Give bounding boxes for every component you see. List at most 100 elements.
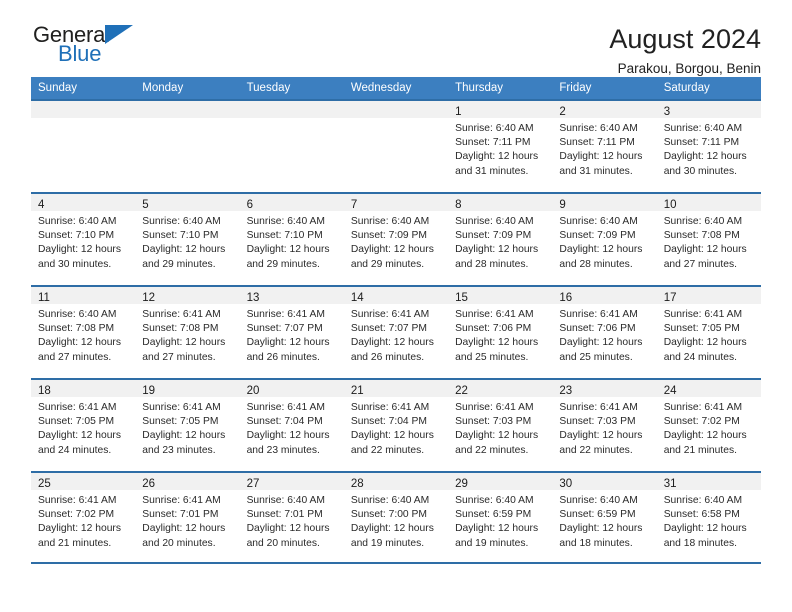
sunset-line: Sunset: 7:06 PM bbox=[559, 323, 636, 335]
day-cell[interactable]: 8 Sunrise: 6:40 AM Sunset: 7:09 PM Dayli… bbox=[448, 194, 553, 285]
day-cell[interactable] bbox=[239, 101, 344, 192]
day-details: Sunrise: 6:41 AM Sunset: 7:05 PM Dayligh… bbox=[135, 397, 239, 458]
day-details: Sunrise: 6:40 AM Sunset: 6:59 PM Dayligh… bbox=[552, 490, 656, 551]
sunrise-line: Sunrise: 6:41 AM bbox=[38, 402, 117, 413]
day-cell[interactable]: 28 Sunrise: 6:40 AM Sunset: 7:00 PM Dayl… bbox=[343, 473, 449, 562]
weekday-header-wednesday: Wednesday bbox=[350, 82, 412, 94]
day-cell[interactable] bbox=[343, 101, 449, 192]
sunrise-line: Sunrise: 6:40 AM bbox=[663, 495, 743, 506]
day-number: 5 bbox=[142, 199, 149, 211]
day-cell[interactable]: 10 Sunrise: 6:40 AM Sunset: 7:08 PM Dayl… bbox=[656, 194, 761, 285]
day-number: 31 bbox=[663, 478, 677, 490]
day-number-band: 25 bbox=[31, 473, 136, 490]
sunrise-line: Sunrise: 6:41 AM bbox=[246, 402, 325, 413]
daylight-line-2: and 21 minutes. bbox=[38, 537, 112, 549]
sunset-line: Sunset: 7:09 PM bbox=[350, 230, 427, 242]
triangle-icon bbox=[105, 25, 133, 44]
day-cell[interactable]: 23 Sunrise: 6:41 AM Sunset: 7:03 PM Dayl… bbox=[552, 380, 657, 471]
day-number: 6 bbox=[246, 199, 253, 211]
day-details: Sunrise: 6:40 AM Sunset: 7:09 PM Dayligh… bbox=[344, 211, 448, 272]
sunrise-line: Sunrise: 6:40 AM bbox=[246, 216, 325, 227]
day-number: 30 bbox=[559, 478, 573, 490]
location-subtitle: Parakou, Borgou, Benin bbox=[617, 61, 761, 76]
day-cell[interactable]: 24 Sunrise: 6:41 AM Sunset: 7:02 PM Dayl… bbox=[656, 380, 761, 471]
sunrise-line: Sunrise: 6:41 AM bbox=[142, 309, 221, 320]
day-number: 9 bbox=[559, 199, 566, 211]
day-details: Sunrise: 6:41 AM Sunset: 7:08 PM Dayligh… bbox=[135, 304, 239, 365]
day-cell[interactable] bbox=[135, 101, 240, 192]
daylight-line-2: and 29 minutes. bbox=[246, 258, 320, 270]
day-cell[interactable]: 18 Sunrise: 6:41 AM Sunset: 7:05 PM Dayl… bbox=[31, 380, 136, 471]
day-cell[interactable]: 2 Sunrise: 6:40 AM Sunset: 7:11 PM Dayli… bbox=[552, 101, 657, 192]
sunset-line: Sunset: 7:04 PM bbox=[246, 416, 323, 428]
day-cell[interactable]: 13 Sunrise: 6:41 AM Sunset: 7:07 PM Dayl… bbox=[239, 287, 344, 378]
daylight-line-1: Daylight: 12 hours bbox=[142, 244, 226, 256]
general-blue-logo[interactable]: General Blue bbox=[33, 22, 141, 70]
day-cell[interactable]: 6 Sunrise: 6:40 AM Sunset: 7:10 PM Dayli… bbox=[239, 194, 344, 285]
day-cell[interactable]: 3 Sunrise: 6:40 AM Sunset: 7:11 PM Dayli… bbox=[656, 101, 761, 192]
day-cell[interactable]: 14 Sunrise: 6:41 AM Sunset: 7:07 PM Dayl… bbox=[343, 287, 449, 378]
day-number-band: 29 bbox=[448, 473, 553, 490]
day-cell[interactable] bbox=[31, 101, 136, 192]
day-number-band: 28 bbox=[343, 473, 449, 490]
day-cell[interactable]: 22 Sunrise: 6:41 AM Sunset: 7:03 PM Dayl… bbox=[448, 380, 553, 471]
daylight-line-2: and 31 minutes. bbox=[559, 165, 633, 177]
day-cell[interactable]: 25 Sunrise: 6:41 AM Sunset: 7:02 PM Dayl… bbox=[31, 473, 136, 562]
calendar-grid: Sunday Monday Tuesday Wednesday Thursday… bbox=[31, 77, 761, 564]
day-cell[interactable]: 19 Sunrise: 6:41 AM Sunset: 7:05 PM Dayl… bbox=[135, 380, 240, 471]
day-cell[interactable]: 31 Sunrise: 6:40 AM Sunset: 6:58 PM Dayl… bbox=[656, 473, 761, 562]
day-cell[interactable]: 12 Sunrise: 6:41 AM Sunset: 7:08 PM Dayl… bbox=[135, 287, 240, 378]
day-number-band: 9 bbox=[552, 194, 657, 211]
day-details: Sunrise: 6:40 AM Sunset: 7:08 PM Dayligh… bbox=[657, 211, 761, 272]
day-cell[interactable]: 30 Sunrise: 6:40 AM Sunset: 6:59 PM Dayl… bbox=[552, 473, 657, 562]
day-number-band: 13 bbox=[239, 287, 344, 304]
daylight-line-2: and 29 minutes. bbox=[350, 258, 425, 270]
daylight-line-1: Daylight: 12 hours bbox=[455, 151, 539, 163]
day-cell[interactable]: 21 Sunrise: 6:41 AM Sunset: 7:04 PM Dayl… bbox=[343, 380, 449, 471]
sunrise-line: Sunrise: 6:40 AM bbox=[350, 216, 430, 227]
day-number-band: 15 bbox=[448, 287, 553, 304]
day-details: Sunrise: 6:40 AM Sunset: 6:59 PM Dayligh… bbox=[448, 490, 552, 551]
daylight-line-2: and 25 minutes. bbox=[455, 351, 529, 363]
sunrise-line: Sunrise: 6:40 AM bbox=[559, 123, 638, 134]
daylight-line-2: and 22 minutes. bbox=[350, 444, 425, 456]
day-details: Sunrise: 6:40 AM Sunset: 7:10 PM Dayligh… bbox=[135, 211, 239, 272]
day-cell[interactable]: 27 Sunrise: 6:40 AM Sunset: 7:01 PM Dayl… bbox=[239, 473, 344, 562]
sunset-line: Sunset: 7:02 PM bbox=[38, 509, 115, 521]
day-number-band: 31 bbox=[656, 473, 761, 490]
day-cell[interactable]: 7 Sunrise: 6:40 AM Sunset: 7:09 PM Dayli… bbox=[343, 194, 449, 285]
day-number-band: 24 bbox=[656, 380, 761, 397]
day-cell[interactable]: 11 Sunrise: 6:40 AM Sunset: 7:08 PM Dayl… bbox=[31, 287, 136, 378]
day-cell[interactable]: 9 Sunrise: 6:40 AM Sunset: 7:09 PM Dayli… bbox=[552, 194, 657, 285]
day-number: 25 bbox=[38, 478, 51, 490]
day-number-band: 11 bbox=[31, 287, 136, 304]
daylight-line-1: Daylight: 12 hours bbox=[350, 337, 434, 349]
day-details: Sunrise: 6:41 AM Sunset: 7:06 PM Dayligh… bbox=[552, 304, 656, 365]
day-cell[interactable]: 5 Sunrise: 6:40 AM Sunset: 7:10 PM Dayli… bbox=[135, 194, 240, 285]
daylight-line-2: and 22 minutes. bbox=[455, 444, 529, 456]
day-number: 22 bbox=[455, 385, 468, 397]
daylight-line-1: Daylight: 12 hours bbox=[142, 523, 226, 535]
logo-text-blue: Blue bbox=[58, 41, 102, 66]
daylight-line-2: and 26 minutes. bbox=[350, 351, 425, 363]
sunrise-line: Sunrise: 6:40 AM bbox=[38, 216, 117, 227]
day-cell[interactable]: 26 Sunrise: 6:41 AM Sunset: 7:01 PM Dayl… bbox=[135, 473, 240, 562]
day-cell[interactable]: 15 Sunrise: 6:41 AM Sunset: 7:06 PM Dayl… bbox=[448, 287, 553, 378]
sunset-line: Sunset: 7:09 PM bbox=[559, 230, 636, 242]
day-cell[interactable]: 4 Sunrise: 6:40 AM Sunset: 7:10 PM Dayli… bbox=[31, 194, 136, 285]
day-number: 16 bbox=[559, 292, 573, 304]
sunset-line: Sunset: 7:08 PM bbox=[142, 323, 219, 335]
daylight-line-1: Daylight: 12 hours bbox=[38, 337, 121, 349]
daylight-line-2: and 23 minutes. bbox=[142, 444, 216, 456]
day-number: 21 bbox=[350, 385, 364, 397]
sunset-line: Sunset: 7:07 PM bbox=[350, 323, 427, 335]
weekday-header-tuesday: Tuesday bbox=[246, 82, 291, 94]
sunset-line: Sunset: 7:01 PM bbox=[142, 509, 219, 521]
day-cell[interactable]: 20 Sunrise: 6:41 AM Sunset: 7:04 PM Dayl… bbox=[239, 380, 344, 471]
day-number: 7 bbox=[350, 199, 358, 211]
day-cell[interactable]: 29 Sunrise: 6:40 AM Sunset: 6:59 PM Dayl… bbox=[448, 473, 553, 562]
weekday-header-row: Sunday Monday Tuesday Wednesday Thursday… bbox=[31, 77, 761, 99]
day-cell[interactable]: 1 Sunrise: 6:40 AM Sunset: 7:11 PM Dayli… bbox=[448, 101, 553, 192]
day-cell[interactable]: 17 Sunrise: 6:41 AM Sunset: 7:05 PM Dayl… bbox=[656, 287, 761, 378]
day-cell[interactable]: 16 Sunrise: 6:41 AM Sunset: 7:06 PM Dayl… bbox=[552, 287, 657, 378]
